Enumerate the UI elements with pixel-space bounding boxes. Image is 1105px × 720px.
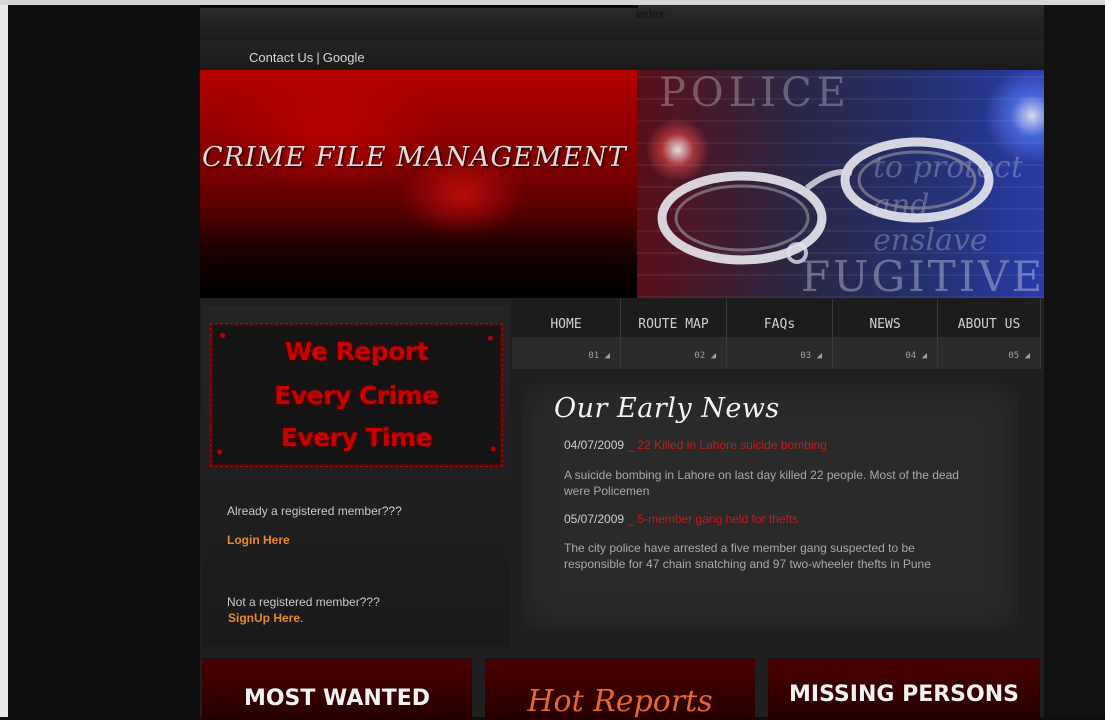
hot-reports-box[interactable]: Hot Reports (485, 658, 755, 720)
news-item-1-header: 04/07/2009 _ 22 Killed in Lahore suicide… (564, 438, 827, 452)
signup-row: SignUp Here. (228, 611, 303, 625)
signup-link[interactable]: SignUp Here (228, 611, 300, 625)
link-separator: | (316, 50, 320, 65)
news-date: 04/07/2009 (564, 438, 625, 452)
news-item-1-body: A suicide bombing in Lahore on last day … (564, 468, 959, 498)
nav-number: 03 ◢ (800, 351, 822, 361)
page-container: index Contact Us | Google CRIME FILE MANAG… (200, 5, 1044, 720)
news-heading: Our Early News (554, 393, 780, 424)
left-sidebar: We Report Every Crime Every Time Already… (202, 305, 510, 647)
nav-number: 05 ◢ (1008, 351, 1030, 361)
slogan-line-2: Every Crime (274, 381, 439, 410)
news-title-link[interactable]: _ 5-member gang held for thefts (627, 512, 798, 526)
nav-item-news[interactable]: NEWS 04 ◢ (833, 299, 938, 369)
nav-item-about-us[interactable]: ABOUT US 05 ◢ (938, 299, 1041, 369)
hot-reports-label: Hot Reports (527, 684, 713, 719)
missing-persons-label: MISSING PERSONS (789, 682, 1019, 707)
news-title-link[interactable]: _ 22 Killed in Lahore suicide bombing (627, 438, 826, 452)
slogan-line-3: Every Time (280, 423, 433, 452)
signup-suffix: . (300, 611, 304, 625)
nav-item-home[interactable]: HOME 01 ◢ (512, 299, 621, 369)
banner-left-image: CRIME FILE MANAGEMENT (200, 70, 637, 298)
index-label: index (636, 7, 665, 21)
missing-persons-box[interactable]: MISSING PERSONS (768, 658, 1040, 720)
slogan-banner: We Report Every Crime Every Time (210, 323, 503, 467)
banner-word-police: POLICE (659, 70, 851, 116)
most-wanted-box[interactable]: MOST WANTED (202, 658, 472, 720)
nav-number: 02 ◢ (694, 351, 716, 361)
header-top-bar (200, 5, 638, 8)
news-item-2-header: 05/07/2009 _ 5-member gang held for thef… (564, 512, 798, 526)
nav-item-faqs[interactable]: FAQs 03 ◢ (727, 299, 833, 369)
right-margin (1044, 5, 1105, 717)
news-date: 05/07/2009 (564, 512, 625, 526)
nav-item-route-map[interactable]: ROUTE MAP 02 ◢ (621, 299, 727, 369)
news-item-2-body: The city police have arrested a five mem… (564, 541, 931, 571)
most-wanted-label: MOST WANTED (243, 686, 431, 711)
header-top-strip: index (200, 5, 1044, 40)
nav-number: 04 ◢ (905, 351, 927, 361)
handcuffs-icon (657, 137, 994, 265)
crowd-silhouette (200, 218, 637, 298)
banner-right-image: POLICE to protect and enslave FUGITIVE (637, 70, 1044, 298)
nav-label: HOME (550, 317, 582, 332)
nav-label: NEWS (869, 317, 901, 332)
registered-question: Already a registered member??? (227, 504, 402, 518)
main-nav: HOME 01 ◢ ROUTE MAP 02 ◢ FAQs 03 ◢ NEWS … (512, 299, 1041, 369)
contact-us-link[interactable]: Contact Us (249, 50, 313, 65)
site-title: CRIME FILE MANAGEMENT (202, 142, 627, 173)
login-link[interactable]: Login Here (227, 533, 290, 547)
slogan-line-1: We Report (284, 337, 429, 366)
left-margin (0, 5, 8, 717)
news-panel: Our Early News 04/07/2009 _ 22 Killed in… (522, 383, 1018, 630)
nav-label: FAQs (763, 317, 796, 332)
nav-label: ABOUT US (957, 317, 1021, 332)
google-link[interactable]: Google (323, 50, 365, 65)
nav-label: ROUTE MAP (638, 317, 709, 332)
nav-number: 01 ◢ (588, 351, 610, 361)
top-links: Contact Us | Google (249, 50, 365, 65)
not-registered-question: Not a registered member??? (227, 595, 380, 609)
